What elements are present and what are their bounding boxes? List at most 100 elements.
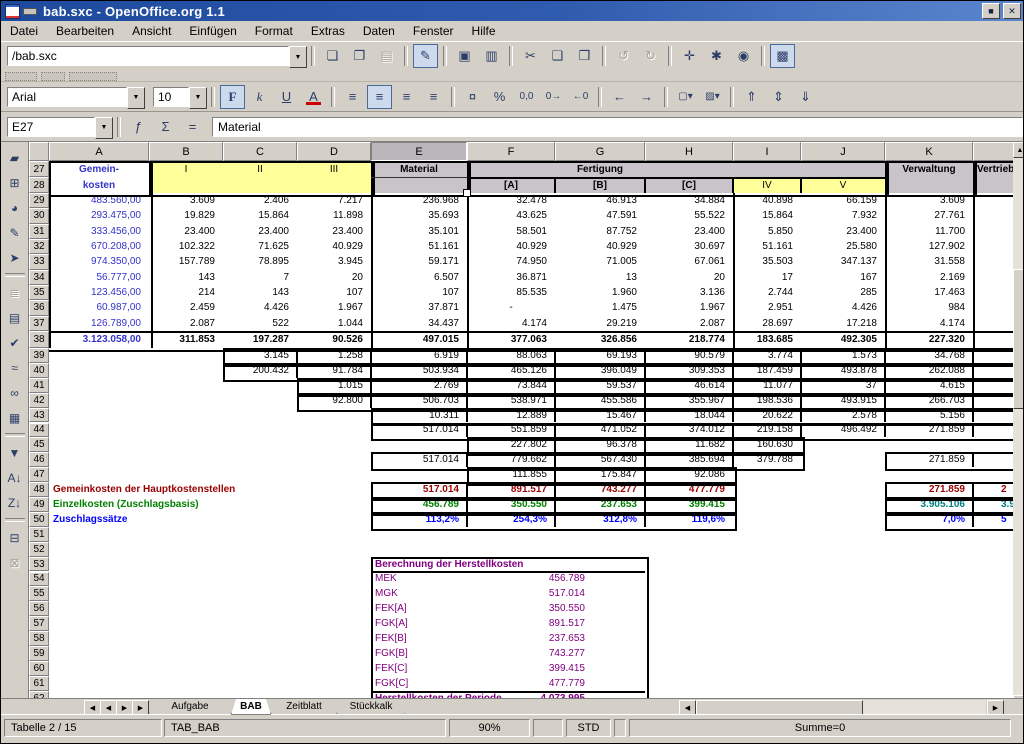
cell-C37[interactable]: 522: [223, 316, 297, 331]
insert-object-icon[interactable]: ◕: [2, 195, 28, 220]
delete-decimal-icon[interactable]: ←0: [568, 85, 593, 109]
cell-G41[interactable]: 59.537: [555, 378, 645, 393]
cell-G32[interactable]: 40.929: [555, 239, 645, 254]
cell-D40[interactable]: 91.784: [297, 363, 371, 378]
cell-A30[interactable]: 293.475,00: [49, 208, 149, 223]
maximize-button[interactable]: ■: [982, 3, 1000, 19]
cell-B33[interactable]: 157.789: [149, 254, 223, 269]
cell-I33[interactable]: 35.503: [733, 254, 801, 269]
cell-J35[interactable]: 285: [801, 285, 885, 300]
cell-K39[interactable]: 34.768: [885, 348, 973, 363]
cell-G45[interactable]: 96.378: [555, 437, 645, 452]
cell-D31[interactable]: 23.400: [297, 224, 371, 239]
url-input[interactable]: [7, 46, 289, 66]
sheet-tab-aufgabe[interactable]: Aufgabe: [149, 699, 231, 715]
cell-J31[interactable]: 23.400: [801, 224, 885, 239]
menu-format[interactable]: Format: [246, 22, 302, 40]
cell-D27[interactable]: III: [297, 161, 371, 177]
cell-J33[interactable]: 347.137: [801, 254, 885, 269]
cell-H28[interactable]: [C]: [645, 177, 733, 193]
row-header-31[interactable]: 31: [29, 224, 49, 239]
row-header-55[interactable]: 55: [29, 586, 49, 601]
cell-C35[interactable]: 143: [223, 285, 297, 300]
cell-J43[interactable]: 2.578: [801, 408, 885, 423]
cell-D36[interactable]: 1.967: [297, 300, 371, 315]
cell-I38[interactable]: 183.685: [733, 331, 801, 348]
row-header-59[interactable]: 59: [29, 646, 49, 661]
cell-H42[interactable]: 355.967: [645, 393, 733, 408]
cell-H35[interactable]: 3.136: [645, 285, 733, 300]
menu-ansicht[interactable]: Ansicht: [123, 22, 180, 40]
row-header-42[interactable]: 42: [29, 393, 49, 408]
cell-K30[interactable]: 27.761: [885, 208, 973, 223]
header-corner[interactable]: [29, 142, 49, 161]
row-header-57[interactable]: 57: [29, 616, 49, 631]
cell-F35[interactable]: 85.535: [467, 285, 555, 300]
cell-C38[interactable]: 197.287: [223, 331, 297, 348]
cell-C29[interactable]: 2.406: [223, 193, 297, 208]
cell-F34[interactable]: 36.871: [467, 270, 555, 285]
cell-K29[interactable]: 3.609: [885, 193, 973, 208]
sheet-tab-zeitblatt[interactable]: Zeitblatt: [271, 699, 337, 715]
draw-functions-icon[interactable]: ✎: [2, 220, 28, 245]
cell-F31[interactable]: 58.501: [467, 224, 555, 239]
number-currency-icon[interactable]: ¤: [460, 85, 485, 109]
cell-K48[interactable]: 271.859: [885, 482, 973, 497]
row-header-34[interactable]: 34: [29, 270, 49, 285]
font-name-dropdown-icon[interactable]: ▼: [127, 87, 145, 109]
cell-I28[interactable]: IV: [733, 177, 801, 193]
cell-E60[interactable]: FEK[C]: [371, 661, 467, 676]
cell-D41[interactable]: 1.015: [297, 378, 371, 393]
align-left-icon[interactable]: ≡: [340, 85, 365, 109]
autospellcheck-icon[interactable]: ≈: [2, 355, 28, 380]
cell-H36[interactable]: 1.967: [645, 300, 733, 315]
row-header-62[interactable]: 62: [29, 691, 49, 698]
cell-E29[interactable]: 236.968: [371, 193, 467, 208]
cell-F62[interactable]: 4.073.995: [467, 691, 645, 698]
cell-G35[interactable]: 1.960: [555, 285, 645, 300]
row-header-37[interactable]: 37: [29, 316, 49, 331]
row-header-39[interactable]: 39: [29, 348, 49, 363]
cell-F30[interactable]: 43.625: [467, 208, 555, 223]
cell-I45[interactable]: 160.630: [733, 437, 801, 452]
cell-D42[interactable]: 92.800: [297, 393, 371, 408]
cell-J40[interactable]: 493.878: [801, 363, 885, 378]
cell-I35[interactable]: 2.744: [733, 285, 801, 300]
cell-J39[interactable]: 1.573: [801, 348, 885, 363]
cell-H34[interactable]: 20: [645, 270, 733, 285]
row-header-54[interactable]: 54: [29, 572, 49, 587]
cell-F37[interactable]: 4.174: [467, 316, 555, 331]
cell-F60[interactable]: 399.415: [467, 661, 645, 676]
stylist-icon[interactable]: ✱: [704, 44, 729, 68]
cell-G36[interactable]: 1.475: [555, 300, 645, 315]
cell-K33[interactable]: 31.558: [885, 254, 973, 269]
cell-J34[interactable]: 167: [801, 270, 885, 285]
cell-F41[interactable]: 73.844: [467, 378, 555, 393]
cell-F40[interactable]: 465.126: [467, 363, 555, 378]
align-top-icon[interactable]: ⇑: [739, 85, 764, 109]
cell-A28[interactable]: kosten: [49, 177, 149, 193]
cell-A29[interactable]: 483.560,00: [49, 193, 149, 208]
cell-E41[interactable]: 2.769: [371, 378, 467, 393]
cell-F59[interactable]: 743.277: [467, 646, 645, 661]
autoformat-icon[interactable]: ▤: [2, 305, 28, 330]
cell-H40[interactable]: 309.353: [645, 363, 733, 378]
cell-reference-box[interactable]: ▼: [7, 117, 113, 137]
cell-K31[interactable]: 11.700: [885, 224, 973, 239]
cell-K46[interactable]: 271.859: [885, 452, 973, 467]
cell-E54[interactable]: MEK: [371, 572, 467, 587]
cell-I42[interactable]: 198.536: [733, 393, 801, 408]
cell-A33[interactable]: 974.350,00: [49, 254, 149, 269]
cell-H39[interactable]: 90.579: [645, 348, 733, 363]
cell-B36[interactable]: 2.459: [149, 300, 223, 315]
formula-input-line[interactable]: [212, 117, 1023, 137]
url-combobox[interactable]: ▼: [7, 46, 307, 66]
column-header-C[interactable]: C: [223, 142, 297, 161]
cell-J28[interactable]: V: [801, 177, 885, 193]
cell-G47[interactable]: 175.847: [555, 467, 645, 482]
cell-F50[interactable]: 254,3%: [467, 512, 555, 527]
cell-J36[interactable]: 4.426: [801, 300, 885, 315]
cell-A27[interactable]: Gemein-: [49, 161, 149, 177]
row-header-53[interactable]: 53: [29, 557, 49, 572]
cell-B32[interactable]: 102.322: [149, 239, 223, 254]
